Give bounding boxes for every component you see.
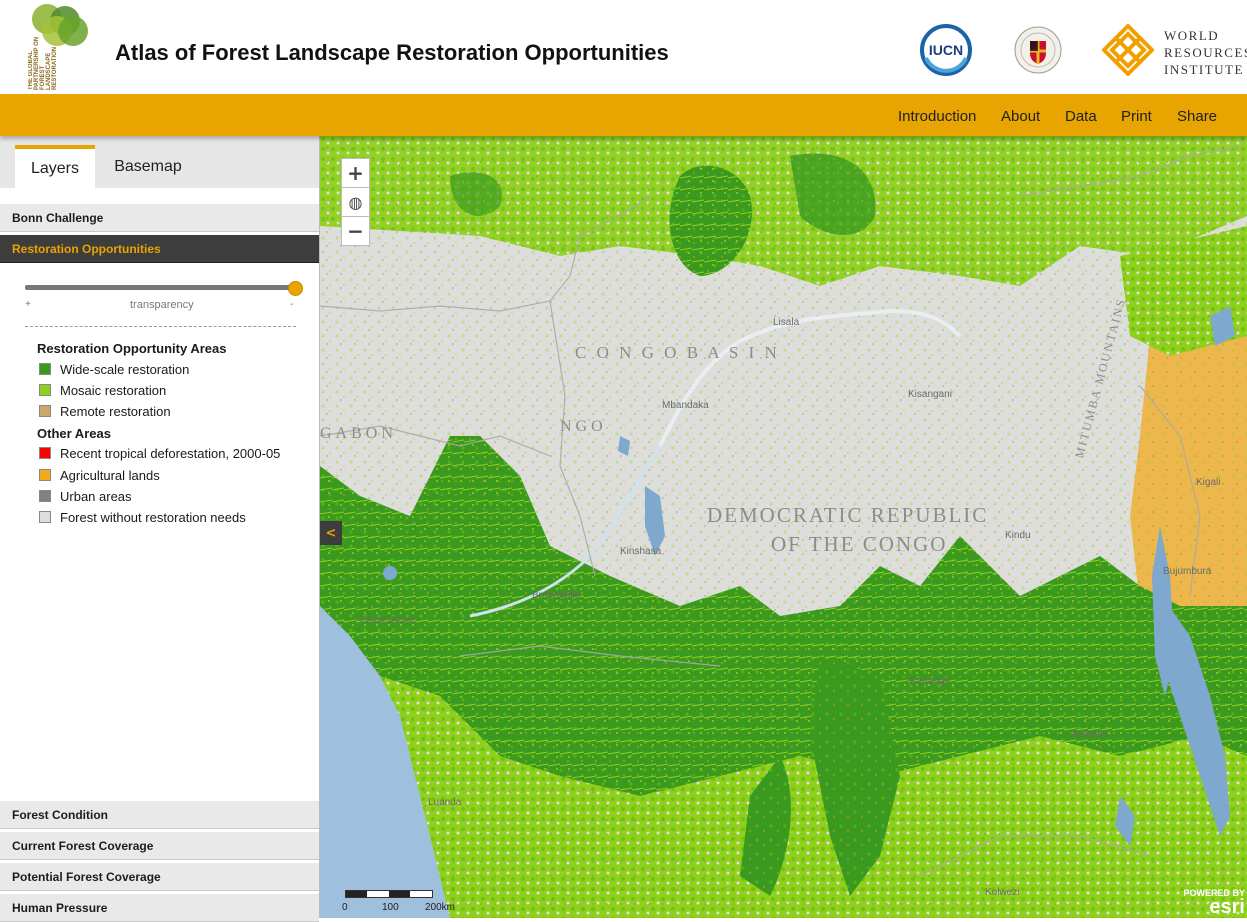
slider-minus-label: - xyxy=(290,299,294,310)
umd-seal-icon xyxy=(1014,26,1062,74)
city-label: Pointe-Noire xyxy=(360,615,416,626)
legend-heading-other: Other Areas xyxy=(37,426,111,441)
tab-basemap[interactable]: Basemap xyxy=(104,145,192,188)
gpflr-logo: THE GLOBAL PARTNERSHIP ON FOREST LANDSCA… xyxy=(18,2,88,90)
city-label: Kinshasa xyxy=(620,546,662,557)
nav-introduction[interactable]: Introduction xyxy=(898,108,976,125)
section-potential-forest-coverage[interactable]: Potential Forest Coverage xyxy=(0,862,319,891)
gpflr-logo-text: THE GLOBAL PARTNERSHIP ON FOREST LANDSCA… xyxy=(28,36,58,90)
map-view[interactable]: C O N G O B A S I N DEMOCRATIC REPUBLIC … xyxy=(320,136,1247,918)
legend-heading-restoration: Restoration Opportunity Areas xyxy=(37,341,227,356)
legend-divider xyxy=(25,326,296,327)
nav-data[interactable]: Data xyxy=(1065,108,1097,125)
scale-label: 100 xyxy=(382,902,399,913)
tab-layers[interactable]: Layers xyxy=(15,145,95,188)
map-label-congo-basin: C O N G O B A S I N xyxy=(575,343,780,362)
main-nav: Introduction About Data Print Share xyxy=(0,94,1247,136)
legend-swatch xyxy=(39,405,51,417)
app-header: THE GLOBAL PARTNERSHIP ON FOREST LANDSCA… xyxy=(0,0,1247,94)
map-label-drc-1: DEMOCRATIC REPUBLIC xyxy=(707,503,989,527)
section-restoration-opportunities[interactable]: Restoration Opportunities xyxy=(0,234,319,263)
nav-about[interactable]: About xyxy=(1001,108,1040,125)
city-label: Kisangani xyxy=(908,389,952,400)
map-label-gabon: GABON xyxy=(320,425,397,442)
legend-item: Wide-scale restoration xyxy=(39,361,189,377)
layers-sidebar: Layers Basemap Bonn Challenge Restoratio… xyxy=(0,136,320,922)
zoom-out-button[interactable]: − xyxy=(341,216,370,246)
city-label: Kigali xyxy=(1196,477,1221,488)
legend-swatch xyxy=(39,490,51,502)
collapse-sidebar-button[interactable]: < xyxy=(320,521,342,545)
nav-print[interactable]: Print xyxy=(1121,108,1152,125)
city-label: Kananga xyxy=(910,676,951,687)
wri-logo-icon xyxy=(1102,24,1154,76)
transparency-slider-track[interactable] xyxy=(25,285,296,290)
legend-item: Recent tropical deforestation, 2000-05 xyxy=(39,445,280,461)
esri-attribution[interactable]: POWERED BY esri xyxy=(1183,888,1245,917)
transparency-label: transparency xyxy=(130,299,194,311)
city-label: Kindu xyxy=(1005,530,1031,541)
city-label: Brazzaville xyxy=(532,590,581,601)
page-title: Atlas of Forest Landscape Restoration Op… xyxy=(115,40,669,65)
legend-swatch xyxy=(39,384,51,396)
nav-share[interactable]: Share xyxy=(1177,108,1217,125)
legend-item: Agricultural lands xyxy=(39,467,160,483)
city-label: Kolwezi xyxy=(985,887,1020,898)
zoom-in-button[interactable]: + xyxy=(341,158,370,188)
section-forest-condition[interactable]: Forest Condition xyxy=(0,800,319,829)
scale-label: 0 xyxy=(342,902,348,913)
globe-home-button[interactable]: ◍ xyxy=(341,187,370,217)
legend-swatch xyxy=(39,447,51,459)
slider-plus-label: + xyxy=(25,299,31,310)
section-bonn-challenge[interactable]: Bonn Challenge xyxy=(0,203,319,232)
transparency-slider-handle[interactable] xyxy=(288,281,303,296)
iucn-logo: IUCN xyxy=(920,24,972,76)
legend-swatch xyxy=(39,511,51,523)
section-current-forest-coverage[interactable]: Current Forest Coverage xyxy=(0,831,319,860)
city-label: Luanda xyxy=(428,797,462,808)
legend-swatch xyxy=(39,363,51,375)
legend-item: Remote restoration xyxy=(39,403,171,419)
wri-logo-text: WORLD RESOURCES INSTITUTE xyxy=(1164,28,1247,77)
city-label: Mbandaka xyxy=(662,400,709,411)
map-label-congo: NGO xyxy=(560,418,607,435)
city-label: Kalemie xyxy=(1072,729,1109,740)
iucn-logo-text: IUCN xyxy=(929,42,963,58)
scale-label: 200km xyxy=(425,902,456,913)
legend-item: Mosaic restoration xyxy=(39,382,166,398)
sidebar-tabs: Layers Basemap xyxy=(0,136,319,188)
scale-bar xyxy=(345,890,433,898)
city-label: Lisala xyxy=(773,317,800,328)
legend-swatch xyxy=(39,469,51,481)
legend-item: Forest without restoration needs xyxy=(39,509,246,525)
city-label: Bujumbura xyxy=(1163,566,1212,577)
map-label-drc-2: OF THE CONGO xyxy=(771,532,948,556)
legend-item: Urban areas xyxy=(39,488,132,504)
